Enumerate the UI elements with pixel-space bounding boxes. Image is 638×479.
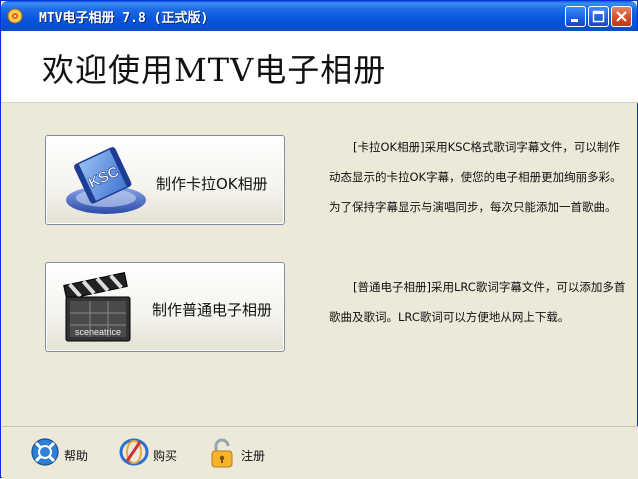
create-normal-album-label: 制作普通电子相册 — [152, 301, 273, 319]
app-window: MTV电子相册 7.8 (正式版) 欢迎使用MTV电子相册 KSC 制作卡拉OK… — [0, 0, 638, 479]
normal-album-description: [普通电子相册]采用LRC歌词字幕文件，可以添加多首歌曲及歌词。LRC歌词可以方… — [329, 280, 626, 324]
ksc-film-icon: KSC — [66, 146, 146, 214]
title-bar[interactable]: MTV电子相册 7.8 (正式版) — [1, 1, 637, 31]
buy-button[interactable]: 购买 — [119, 437, 189, 471]
register-button[interactable]: 注册 — [207, 437, 277, 471]
close-button[interactable] — [611, 6, 632, 27]
svg-text:sceneatrice: sceneatrice — [75, 327, 121, 337]
buy-icon — [119, 438, 149, 466]
create-karaoke-album-button[interactable]: KSC 制作卡拉OK相册 — [45, 135, 285, 225]
karaoke-album-description: [卡拉OK相册]采用KSC格式歌词字幕文件，可以制作动态显示的卡拉OK字幕，使您… — [329, 140, 622, 214]
help-label: 帮助 — [64, 449, 89, 463]
footer-toolbar: 帮助 购买 注册 — [2, 426, 638, 479]
app-icon — [7, 8, 23, 24]
help-button[interactable]: 帮助 — [30, 437, 100, 471]
create-karaoke-album-label: 制作卡拉OK相册 — [156, 175, 268, 193]
buy-label: 购买 — [153, 449, 178, 463]
minimize-button[interactable] — [565, 6, 586, 27]
create-normal-album-button[interactable]: sceneatrice 制作普通电子相册 — [45, 262, 285, 352]
maximize-button[interactable] — [588, 6, 609, 27]
clapperboard-icon: sceneatrice — [63, 272, 131, 342]
help-icon — [31, 438, 59, 466]
minimize-icon — [571, 19, 578, 22]
register-label: 注册 — [241, 449, 266, 463]
window-title: MTV电子相册 7.8 (正式版) — [39, 11, 209, 26]
lock-icon — [211, 438, 233, 468]
page-title: 欢迎使用MTV电子相册 — [42, 51, 387, 89]
close-icon — [616, 11, 627, 22]
maximize-icon — [592, 10, 605, 23]
header-banner: 欢迎使用MTV电子相册 — [2, 31, 638, 103]
